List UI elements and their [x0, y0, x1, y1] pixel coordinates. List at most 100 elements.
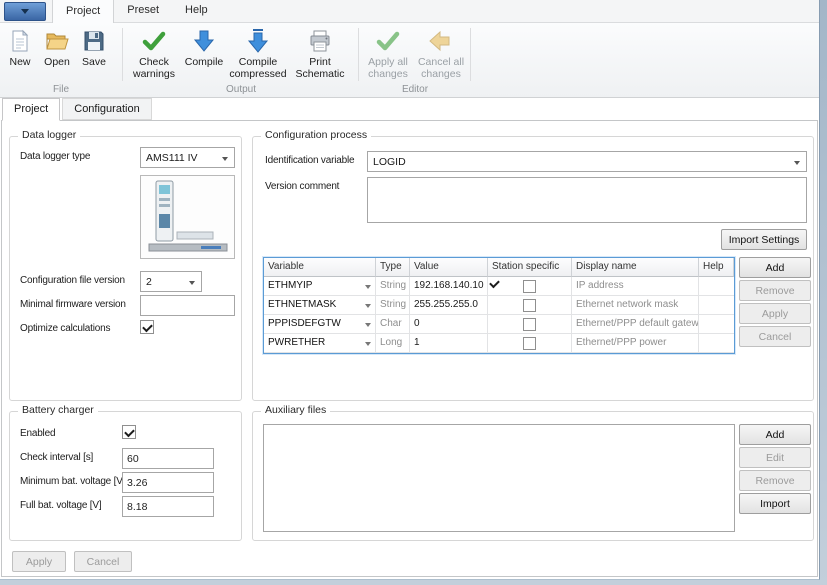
button-label: Cancel all changes: [414, 56, 468, 80]
auxiliary-files-groupbox: Auxiliary files Add Edit Remove Import: [252, 411, 814, 541]
table-row: ETHNETMASK String 255.255.255.0 Ethernet…: [264, 296, 734, 315]
cancel-all-changes-button[interactable]: Cancel all changes: [414, 26, 468, 80]
value-cell[interactable]: 0: [410, 315, 488, 334]
button-label: Compile compressed: [226, 56, 290, 80]
check-interval-input[interactable]: [122, 448, 214, 469]
column-header-value[interactable]: Value: [410, 258, 488, 277]
battery-charger-groupbox: Battery charger Enabled Check interval […: [9, 411, 242, 541]
column-header-type[interactable]: Type: [376, 258, 410, 277]
ribbon-group-editor: Apply all changes Cancel all changes Edi…: [362, 23, 468, 97]
full-voltage-label: Full bat. voltage [V]: [20, 500, 101, 511]
open-button[interactable]: Open: [38, 26, 76, 68]
station-specific-checkbox[interactable]: [523, 337, 536, 350]
identification-variable-select[interactable]: LOGID: [367, 151, 807, 172]
auxiliary-files-listbox[interactable]: [263, 424, 735, 532]
import-settings-button[interactable]: Import Settings: [721, 229, 807, 250]
aux-remove-button[interactable]: Remove: [739, 470, 811, 491]
variable-name: PWRETHER: [268, 337, 325, 348]
battery-enabled-checkbox[interactable]: [122, 425, 136, 439]
ribbon-group-output: Check warnings Compile Compile compresse…: [126, 23, 356, 97]
station-specific-checkbox[interactable]: [523, 280, 536, 293]
new-document-icon: [7, 28, 33, 54]
station-specific-cell: [488, 296, 572, 315]
application-window: Project Preset Help New: [0, 0, 820, 580]
new-button[interactable]: New: [2, 26, 38, 68]
print-schematic-button[interactable]: Print Schematic: [290, 26, 350, 80]
help-cell: [699, 334, 734, 353]
configuration-process-groupbox: Configuration process Identification var…: [252, 136, 814, 401]
variables-table: Variable Type Value Station specific Dis…: [263, 257, 735, 354]
station-specific-cell: [488, 334, 572, 353]
identification-variable-label: Identification variable: [265, 155, 354, 166]
variable-remove-button[interactable]: Remove: [739, 280, 811, 301]
data-logger-type-label: Data logger type: [20, 151, 90, 162]
type-cell: Char: [376, 315, 410, 334]
station-specific-checkbox[interactable]: [523, 299, 536, 312]
groupbox-title: Data logger: [18, 129, 80, 141]
table-row: PWRETHER Long 1 Ethernet/PPP power: [264, 334, 734, 353]
column-header-help[interactable]: Help: [699, 258, 734, 277]
save-button[interactable]: Save: [76, 26, 112, 68]
data-logger-type-select[interactable]: AMS111 IV: [140, 147, 235, 168]
column-header-variable[interactable]: Variable: [264, 258, 376, 277]
variable-cell[interactable]: PWRETHER: [264, 334, 376, 353]
minimum-voltage-label: Minimum bat. voltage [V]: [20, 476, 125, 487]
document-tab-strip: Project Configuration: [0, 98, 154, 120]
value-cell[interactable]: 1: [410, 334, 488, 353]
page-cancel-button[interactable]: Cancel: [74, 551, 132, 572]
aux-edit-button[interactable]: Edit: [739, 447, 811, 468]
config-file-version-select[interactable]: 2: [140, 271, 202, 292]
button-label: Check warnings: [126, 56, 182, 80]
button-label: Save: [82, 56, 106, 68]
ribbon-tab-preset[interactable]: Preset: [114, 0, 172, 22]
station-specific-checkbox[interactable]: [523, 318, 536, 331]
station-specific-cell: [488, 277, 572, 296]
minimum-voltage-input[interactable]: [122, 472, 214, 493]
ribbon-tab-project[interactable]: Project: [52, 0, 114, 23]
variable-cell[interactable]: ETHNETMASK: [264, 296, 376, 315]
variable-cancel-button[interactable]: Cancel: [739, 326, 811, 347]
minimal-firmware-input[interactable]: [140, 295, 235, 316]
ribbon-group-label-editor: Editor: [362, 84, 468, 95]
doc-tab-configuration[interactable]: Configuration: [62, 98, 151, 120]
version-comment-textarea[interactable]: [367, 177, 807, 223]
variable-add-button[interactable]: Add: [739, 257, 811, 278]
app-menu-button[interactable]: [4, 2, 46, 21]
minimal-firmware-label: Minimal firmware version: [20, 299, 126, 310]
variable-name: ETHMYIP: [268, 280, 312, 291]
button-label: Print Schematic: [290, 56, 350, 80]
apply-check-icon: [375, 28, 401, 54]
column-header-display-name[interactable]: Display name: [572, 258, 699, 277]
project-page: Data logger Data logger type AMS111 IV C…: [1, 120, 818, 577]
compile-button[interactable]: Compile: [182, 26, 226, 68]
check-warnings-button[interactable]: Check warnings: [126, 26, 182, 80]
optimize-calculations-checkbox[interactable]: [140, 320, 154, 334]
ribbon-group-separator: [358, 28, 359, 81]
ribbon-group-label-output: Output: [126, 84, 356, 95]
groupbox-title: Battery charger: [18, 404, 98, 416]
aux-import-button[interactable]: Import: [739, 493, 811, 514]
ribbon: New Open Save: [0, 23, 819, 98]
variable-apply-button[interactable]: Apply: [739, 303, 811, 324]
variable-cell[interactable]: PPPISDEFGTW: [264, 315, 376, 334]
page-apply-button[interactable]: Apply: [12, 551, 66, 572]
variable-cell[interactable]: ETHMYIP: [264, 277, 376, 296]
compile-compressed-button[interactable]: Compile compressed: [226, 26, 290, 80]
help-cell: [699, 315, 734, 334]
type-cell: Long: [376, 334, 410, 353]
ribbon-tab-help[interactable]: Help: [172, 0, 221, 22]
column-header-station-specific[interactable]: Station specific: [488, 258, 572, 277]
config-file-version-label: Configuration file version: [20, 275, 125, 286]
doc-tab-project[interactable]: Project: [2, 98, 60, 121]
button-label: Compile: [185, 56, 224, 68]
apply-all-changes-button[interactable]: Apply all changes: [362, 26, 414, 80]
variable-name: ETHNETMASK: [268, 299, 336, 310]
chevron-down-icon: [365, 285, 371, 289]
compile-compressed-icon: [245, 28, 271, 54]
aux-add-button[interactable]: Add: [739, 424, 811, 445]
full-voltage-input[interactable]: [122, 496, 214, 517]
ribbon-group-label-file: File: [2, 84, 120, 95]
dropdown-arrow-icon: [21, 9, 29, 14]
value-cell[interactable]: 255.255.255.0: [410, 296, 488, 315]
value-cell[interactable]: 192.168.140.10: [410, 277, 488, 296]
